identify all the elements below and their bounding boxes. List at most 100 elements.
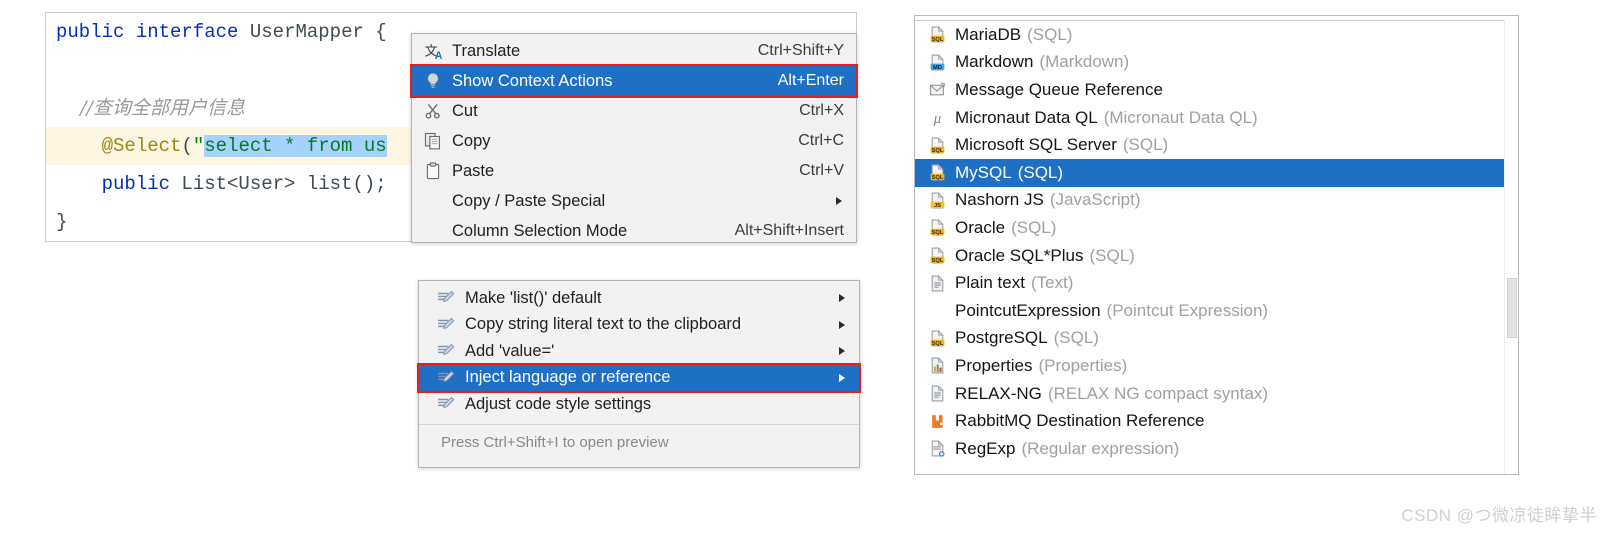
language-list-item[interactable]: SQL MariaDB (SQL) <box>915 21 1518 49</box>
language-list-item[interactable]: SQL MySQL (SQL) <box>915 158 1518 187</box>
envelope-icon <box>924 81 950 98</box>
language-name: MariaDB <box>955 24 1022 44</box>
language-list-item[interactable]: Message Queue Reference <box>915 76 1518 104</box>
context-menu-item[interactable]: Copy Ctrl+C <box>412 126 856 156</box>
language-list-item[interactable]: SQL PostgreSQL (SQL) <box>915 325 1518 353</box>
language-list-item[interactable]: SQL Oracle SQL*Plus (SQL) <box>915 242 1518 270</box>
context-menu-item[interactable]: Cut Ctrl+X <box>412 96 856 126</box>
language-name: RegExp <box>955 438 1016 458</box>
context-menu-item-shortcut: Alt+Shift+Insert <box>734 222 844 239</box>
code-token: } <box>56 211 68 233</box>
code-token: //查询全部用户信息 <box>56 97 245 119</box>
intention-menu-item[interactable]: Inject language or reference <box>417 362 861 393</box>
language-dialect: (SQL) <box>1122 135 1169 155</box>
language-list-item[interactable]: RabbitMQ Destination Reference <box>915 407 1518 435</box>
mu-icon: μ <box>924 109 950 126</box>
language-list-item[interactable]: JS Nashorn JS (JavaScript) <box>915 187 1518 215</box>
language-list-item[interactable]: RELAX-NG (RELAX NG compact syntax) <box>915 380 1518 408</box>
intention-icon <box>433 316 459 334</box>
lightbulb-icon <box>420 72 446 90</box>
properties-icon <box>924 357 950 374</box>
context-menu-item[interactable]: Copy / Paste Special <box>412 186 856 216</box>
context-menu-item-label: Copy <box>452 131 491 150</box>
context-menu-item-label: Column Selection Mode <box>452 221 628 240</box>
language-name: RELAX-NG <box>955 383 1042 403</box>
context-menu-item[interactable]: Show Context Actions Alt+Enter <box>410 64 858 98</box>
context-menu-item-label: Translate <box>452 41 521 60</box>
svg-text:SQL: SQL <box>931 148 943 154</box>
language-dialect: (Markdown) <box>1039 52 1130 72</box>
language-list-scrollbar[interactable] <box>1504 20 1518 474</box>
language-name: Nashorn JS <box>955 190 1044 210</box>
code-token: " <box>192 135 205 157</box>
code-token: List<User> <box>181 173 307 195</box>
language-dialect: (Pointcut Expression) <box>1106 300 1269 320</box>
language-dialect: (SQL) <box>1017 162 1064 182</box>
language-list[interactable]: SQL MariaDB (SQL) MD Markdown (Markdown) Messa… <box>915 21 1518 463</box>
context-menu-item[interactable]: Paste Ctrl+V <box>412 156 856 186</box>
md-file-icon: MD <box>924 54 950 71</box>
sql-file-icon: SQL <box>924 247 950 264</box>
clipboard-icon <box>420 162 446 180</box>
regexp-file-icon <box>924 440 950 457</box>
language-name: Oracle SQL*Plus <box>955 245 1084 265</box>
chevron-right-icon <box>839 294 845 303</box>
language-dialect: (Properties) <box>1038 355 1128 375</box>
context-menu-item[interactable]: Column Selection Mode Alt+Shift+Insert <box>412 216 856 246</box>
code-token: select * from us <box>204 135 387 157</box>
language-dialect: (SQL) <box>1027 24 1073 44</box>
text-file-icon <box>924 385 950 402</box>
svg-text:SQL: SQL <box>931 341 943 347</box>
language-name: Microsoft SQL Server <box>955 135 1117 155</box>
language-list-item[interactable]: Plain text (Text) <box>915 269 1518 297</box>
code-token: ( <box>181 135 193 157</box>
language-list-item[interactable]: MD Markdown (Markdown) <box>915 49 1518 77</box>
inject-language-list-panel[interactable]: SQL MariaDB (SQL) MD Markdown (Markdown) Messa… <box>914 15 1519 475</box>
chevron-right-icon <box>839 373 845 382</box>
svg-text:SQL: SQL <box>931 175 943 181</box>
context-menu-item-label: Cut <box>452 101 478 120</box>
language-dialect: (SQL) <box>1053 328 1099 348</box>
svg-text:SQL: SQL <box>931 258 943 264</box>
language-name: Oracle <box>955 217 1006 237</box>
intention-icon <box>433 395 459 413</box>
language-list-item[interactable]: SQL Microsoft SQL Server (SQL) <box>915 131 1518 159</box>
language-name: Properties <box>955 355 1033 375</box>
code-token: @Select <box>56 135 182 157</box>
language-list-item[interactable]: μ Micronaut Data QL (Micronaut Data QL) <box>915 104 1518 132</box>
chevron-right-icon <box>839 320 845 329</box>
scrollbar-thumb[interactable] <box>1507 278 1517 338</box>
svg-text:SQL: SQL <box>931 230 943 236</box>
language-dialect: (SQL) <box>1089 245 1135 265</box>
intention-menu-item-label: Adjust code style settings <box>465 394 652 413</box>
intention-menu-item[interactable]: Make 'list()' default <box>419 285 859 312</box>
context-menu-item[interactable]: 文 A Translate Ctrl+Shift+Y <box>412 36 856 66</box>
intention-menu-item-label: Inject language or reference <box>465 368 671 387</box>
code-token: public <box>56 21 136 43</box>
code-token: interface <box>135 21 250 43</box>
language-list-item[interactable]: RegExp (Regular expression) <box>915 435 1518 463</box>
context-menu-item-shortcut: Ctrl+C <box>798 132 844 149</box>
language-list-item[interactable]: PointcutExpression (Pointcut Expression) <box>915 297 1518 325</box>
code-token: list <box>306 173 353 195</box>
svg-text:SQL: SQL <box>931 37 943 43</box>
intention-menu-item[interactable]: Copy string literal text to the clipboar… <box>419 312 859 339</box>
language-dialect: (Micronaut Data QL) <box>1103 107 1258 127</box>
language-name: Markdown <box>955 52 1034 72</box>
intention-menu-item[interactable]: Add 'value=' <box>419 338 859 365</box>
scissors-icon <box>420 102 446 120</box>
context-menu-item-label: Copy / Paste Special <box>452 191 606 210</box>
language-list-item[interactable]: Properties (Properties) <box>915 352 1518 380</box>
language-name: RabbitMQ Destination Reference <box>955 411 1205 431</box>
intention-menu-item-label: Copy string literal text to the clipboar… <box>465 315 742 334</box>
editor-context-menu[interactable]: 文 A Translate Ctrl+Shift+Y Show Context Acti… <box>410 33 858 246</box>
language-dialect: (RELAX NG compact syntax) <box>1047 383 1269 403</box>
language-dialect: (Regular expression) <box>1021 438 1180 458</box>
intention-actions-menu[interactable]: Make 'list()' default Copy string literal… <box>417 280 861 468</box>
language-list-item[interactable]: SQL Oracle (SQL) <box>915 214 1518 242</box>
copy-icon <box>420 132 446 150</box>
rabbitmq-icon <box>924 413 950 430</box>
intention-menu-item[interactable]: Adjust code style settings <box>419 391 859 418</box>
language-name: Message Queue Reference <box>955 79 1163 99</box>
context-menu-item-shortcut: Ctrl+X <box>799 102 844 119</box>
